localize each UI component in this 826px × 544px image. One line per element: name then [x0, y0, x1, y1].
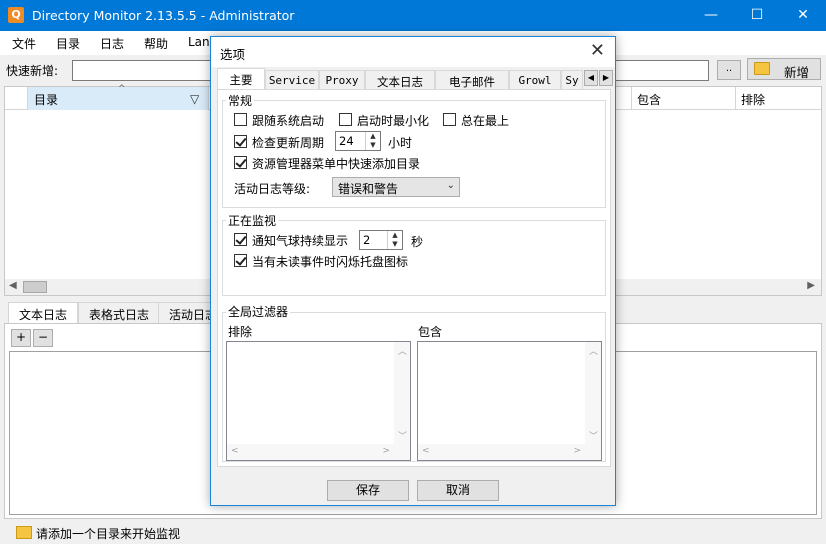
scroll-right-icon[interactable]: ▶ — [807, 280, 815, 291]
column-directory[interactable]: ^ 目录 ▽ — [27, 84, 209, 110]
scroll-down-icon[interactable]: ﹀ — [589, 429, 598, 442]
maximize-button[interactable]: ☐ — [734, 0, 780, 31]
run-on-startup-label: 跟随系统启动 — [252, 114, 325, 128]
spin-up-icon[interactable]: ▲ — [388, 231, 402, 240]
log-level-label: 活动日志等级: — [234, 182, 311, 196]
tab-text-log[interactable]: 文本日志 — [365, 70, 435, 90]
menu-directory[interactable]: 目录 — [56, 35, 80, 52]
search-icon: Q — [8, 7, 24, 23]
tab-table-log[interactable]: 表格式日志 — [78, 302, 161, 324]
options-dialog: 选项 ✕ 主要 Service Proxy 文本日志 电子邮件 Growl Sy… — [210, 36, 616, 506]
menu-help[interactable]: 帮助 — [144, 35, 168, 52]
column-directory-label: 目录 — [34, 93, 59, 107]
filters-group-title: 全局过滤器 — [226, 303, 291, 320]
scroll-up-icon[interactable]: ︿ — [589, 344, 598, 357]
vertical-scrollbar[interactable]: ︿ ﹀ — [394, 342, 410, 444]
spin-buttons: ▲ ▼ — [365, 132, 380, 150]
options-tabstrip: 主要 Service Proxy 文本日志 电子邮件 Growl Sy ◀ ▶ — [217, 68, 613, 91]
tab-service[interactable]: Service — [265, 70, 319, 90]
close-icon[interactable]: ✕ — [590, 40, 605, 61]
tab-scroll-left-icon[interactable]: ◀ — [584, 70, 598, 86]
horizontal-scrollbar[interactable]: < > — [227, 444, 410, 460]
zoom-in-button[interactable]: + — [11, 329, 31, 347]
tab-email[interactable]: 电子邮件 — [435, 70, 509, 90]
update-interval-stepper[interactable]: 24 ▲ ▼ — [335, 131, 381, 151]
balloon-duration-unit: 秒 — [411, 235, 424, 249]
add-button[interactable]: 新增 — [747, 58, 821, 80]
folder-icon — [754, 62, 770, 75]
tab-growl[interactable]: Growl — [509, 70, 561, 90]
check-updates-label: 检查更新周期 — [252, 136, 325, 150]
run-on-startup-checkbox[interactable] — [234, 113, 247, 126]
scroll-up-icon[interactable]: ︿ — [398, 344, 407, 357]
vertical-scrollbar[interactable]: ︿ ﹀ — [585, 342, 601, 444]
always-on-top-label: 总在最上 — [461, 114, 510, 128]
spin-down-icon[interactable]: ▼ — [366, 141, 380, 150]
cancel-button[interactable]: 取消 — [417, 480, 499, 501]
monitoring-group-title: 正在监视 — [226, 212, 279, 229]
exclude-filter-list[interactable]: ︿ ﹀ < > — [226, 341, 411, 461]
general-tab-page: 常规 跟随系统启动 启动时最小化 总在最上 检查更新周期 24 ▲ ▼ 小时 资… — [217, 89, 611, 467]
spin-buttons: ▲ ▼ — [387, 231, 402, 249]
menu-file[interactable]: 文件 — [12, 35, 36, 52]
title-bar: Q Directory Monitor 2.13.5.5 - Administr… — [0, 0, 826, 31]
menu-log[interactable]: 日志 — [100, 35, 124, 52]
spin-up-icon[interactable]: ▲ — [366, 132, 380, 141]
filter-exclude-label: 排除 — [228, 325, 253, 339]
quick-add-label: 快速新增: — [6, 64, 59, 78]
spin-down-icon[interactable]: ▼ — [388, 240, 402, 249]
flash-tray-label: 当有未读事件时闪烁托盘图标 — [252, 255, 409, 269]
balloon-duration-stepper[interactable]: 2 ▲ ▼ — [359, 230, 403, 250]
filter-include-label: 包含 — [418, 325, 443, 339]
save-button[interactable]: 保存 — [327, 480, 409, 501]
tab-scroll-right-icon[interactable]: ▶ — [599, 70, 613, 86]
column-divider — [735, 87, 736, 110]
check-updates-checkbox[interactable] — [234, 135, 247, 148]
column-exclude[interactable]: 排除 — [741, 91, 765, 108]
column-divider — [631, 87, 632, 110]
start-minimized-label: 启动时最小化 — [357, 114, 430, 128]
scrollbar-thumb[interactable] — [23, 281, 47, 293]
scroll-right-icon[interactable]: > — [382, 446, 390, 456]
scroll-left-icon[interactable]: < — [422, 446, 430, 456]
flash-tray-checkbox[interactable] — [234, 254, 247, 267]
add-button-label: 新增 — [784, 65, 810, 80]
column-contains[interactable]: 包含 — [637, 91, 661, 108]
status-text: 请添加一个目录来开始监视 — [36, 527, 181, 541]
tab-text-log[interactable]: 文本日志 — [8, 302, 79, 325]
explorer-menu-checkbox[interactable] — [234, 156, 247, 169]
always-on-top-checkbox[interactable] — [443, 113, 456, 126]
horizontal-scrollbar[interactable]: < > — [418, 444, 601, 460]
browse-button[interactable]: .. — [717, 60, 741, 80]
zoom-out-button[interactable]: − — [33, 329, 53, 347]
folder-icon — [16, 526, 32, 539]
update-interval-unit: 小时 — [388, 136, 413, 150]
balloon-label: 通知气球持续显示 — [252, 234, 349, 248]
dialog-title-bar: 选项 ✕ — [211, 37, 615, 67]
minimize-button[interactable]: — — [688, 0, 734, 31]
balloon-duration-value: 2 — [363, 233, 371, 247]
general-group-title: 常规 — [226, 92, 255, 109]
log-level-select[interactable]: 错误和警告 ⌄ — [332, 177, 460, 197]
scroll-down-icon[interactable]: ﹀ — [398, 429, 407, 442]
scroll-right-icon[interactable]: > — [573, 446, 581, 456]
explorer-menu-label: 资源管理器菜单中快速添加目录 — [252, 157, 421, 171]
sort-arrow-icon: ^ — [118, 84, 126, 94]
dialog-title: 选项 — [220, 47, 246, 62]
scroll-left-icon[interactable]: ◀ — [9, 280, 17, 291]
status-bar: 请添加一个目录来开始监视 — [0, 521, 826, 544]
tab-general[interactable]: 主要 — [217, 68, 265, 91]
tab-proxy[interactable]: Proxy — [319, 70, 365, 90]
log-level-value: 错误和警告 — [338, 182, 399, 196]
close-button[interactable]: ✕ — [780, 0, 826, 31]
tab-system[interactable]: Sy — [561, 70, 583, 90]
window-title: Directory Monitor 2.13.5.5 - Administrat… — [32, 8, 295, 23]
filter-icon[interactable]: ▽ — [190, 92, 199, 106]
start-minimized-checkbox[interactable] — [339, 113, 352, 126]
include-filter-list[interactable]: ︿ ﹀ < > — [417, 341, 602, 461]
update-interval-value: 24 — [339, 134, 354, 148]
balloon-checkbox[interactable] — [234, 233, 247, 246]
chevron-down-icon: ⌄ — [446, 180, 455, 191]
scroll-left-icon[interactable]: < — [231, 446, 239, 456]
